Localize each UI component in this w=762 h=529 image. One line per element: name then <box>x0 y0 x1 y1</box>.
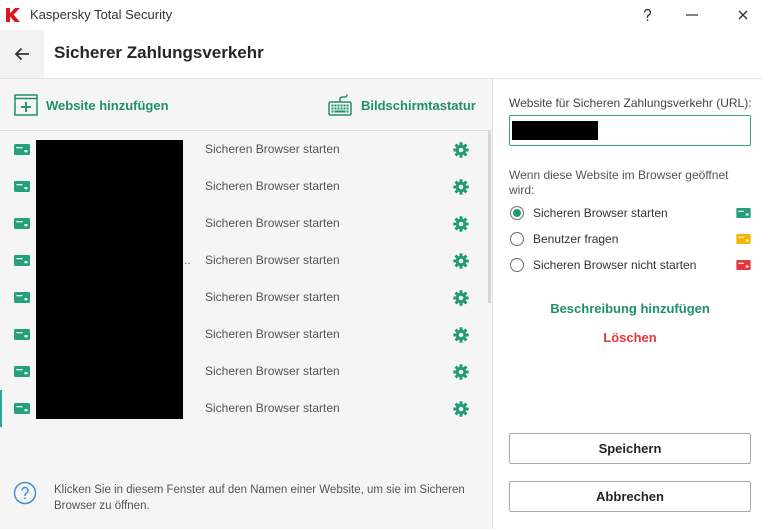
behavior-options: Sicheren Browser starten Benutzer fragen… <box>509 200 751 278</box>
help-hint-text: Klicken Sie in diesem Fenster auf den Na… <box>54 484 465 512</box>
site-settings-button[interactable] <box>451 399 471 419</box>
arrow-left-icon <box>14 47 29 61</box>
help-icon <box>643 8 651 22</box>
site-action-label: Sicheren Browser starten <box>205 142 340 156</box>
page-title: Sicherer Zahlungsverkehr <box>54 43 264 62</box>
onscreen-keyboard-button[interactable]: Bildschirmtastatur <box>328 89 476 121</box>
site-settings-button[interactable] <box>451 325 471 345</box>
gear-icon <box>453 179 469 195</box>
site-action-label: Sicheren Browser starten <box>205 364 340 378</box>
site-action-label: Sicheren Browser starten <box>205 216 340 230</box>
option-ask-user[interactable]: Benutzer fragen <box>509 226 751 252</box>
option-label: Sicheren Browser starten <box>533 206 668 220</box>
app-title: Kaspersky Total Security <box>30 7 173 22</box>
site-status-card-icon <box>14 181 30 192</box>
option-start-safe-browser[interactable]: Sicheren Browser starten <box>509 200 751 226</box>
option-label: Benutzer fragen <box>533 232 619 246</box>
radio-button[interactable] <box>510 206 524 220</box>
site-status-card-icon <box>14 144 30 155</box>
minimize-button[interactable] <box>678 0 706 30</box>
website-list-panel: Website hinzufügen Bildschirmtastatur Si… <box>0 79 493 529</box>
close-button[interactable] <box>729 0 757 30</box>
gear-icon <box>453 364 469 380</box>
option-do-not-start-safe-browser[interactable]: Sicheren Browser nicht starten <box>509 252 751 278</box>
status-card-icon <box>736 208 751 218</box>
gear-icon <box>453 142 469 158</box>
site-settings-button[interactable] <box>451 288 471 308</box>
site-status-card-icon <box>14 403 30 414</box>
website-details-panel: Website für Sicheren Zahlungsverkehr (UR… <box>493 79 762 529</box>
site-status-card-icon <box>14 218 30 229</box>
gear-icon <box>453 216 469 232</box>
site-status-card-icon <box>14 255 30 266</box>
site-settings-button[interactable] <box>451 251 471 271</box>
site-status-card-icon <box>14 366 30 377</box>
gear-icon <box>453 401 469 417</box>
onscreen-keyboard-label: Bildschirmtastatur <box>361 97 476 113</box>
radio-button[interactable] <box>510 232 524 246</box>
keyboard-icon <box>328 94 352 116</box>
minimize-icon <box>686 14 698 16</box>
redacted-site-names <box>36 140 183 419</box>
add-box-icon <box>14 94 38 116</box>
close-icon <box>738 10 748 20</box>
delete-link[interactable]: Löschen <box>509 328 751 348</box>
title-bar[interactable]: Kaspersky Total Security <box>0 0 762 30</box>
site-name-overflow: .. <box>184 253 191 267</box>
url-field-label: Website für Sicheren Zahlungsverkehr (UR… <box>509 96 752 110</box>
site-settings-button[interactable] <box>451 362 471 382</box>
add-website-button[interactable]: Website hinzufügen <box>14 89 169 121</box>
site-action-label: Sicheren Browser starten <box>205 290 340 304</box>
save-button[interactable]: Speichern <box>509 433 751 464</box>
list-scrollbar[interactable] <box>488 131 491 303</box>
site-action-label: Sicheren Browser starten <box>205 179 340 193</box>
option-label: Sicheren Browser nicht starten <box>533 258 697 272</box>
help-button[interactable] <box>633 0 661 30</box>
redacted-url-value <box>512 121 598 140</box>
site-settings-button[interactable] <box>451 140 471 160</box>
add-description-link[interactable]: Beschreibung hinzufügen <box>509 299 751 319</box>
list-toolbar: Website hinzufügen Bildschirmtastatur <box>0 79 492 131</box>
kaspersky-logo-icon <box>6 8 20 22</box>
add-website-label: Website hinzufügen <box>46 97 169 113</box>
site-status-card-icon <box>14 292 30 303</box>
url-field <box>509 115 751 146</box>
status-card-icon <box>736 234 751 244</box>
gear-icon <box>453 327 469 343</box>
cancel-button[interactable]: Abbrechen <box>509 481 751 512</box>
site-status-card-icon <box>14 329 30 340</box>
site-action-label: Sicheren Browser starten <box>205 401 340 415</box>
gear-icon <box>453 290 469 306</box>
status-card-icon <box>736 260 751 270</box>
page-header: Sicherer Zahlungsverkehr <box>0 30 762 79</box>
back-button[interactable] <box>0 30 44 78</box>
behavior-label: Wenn diese Website im Browser geöffnet w… <box>509 168 729 197</box>
site-settings-button[interactable] <box>451 177 471 197</box>
gear-icon <box>453 253 469 269</box>
radio-button[interactable] <box>510 258 524 272</box>
site-settings-button[interactable] <box>451 214 471 234</box>
site-action-label: Sicheren Browser starten <box>205 327 340 341</box>
site-action-label: Sicheren Browser starten <box>205 253 340 267</box>
question-circle-icon <box>13 481 37 505</box>
